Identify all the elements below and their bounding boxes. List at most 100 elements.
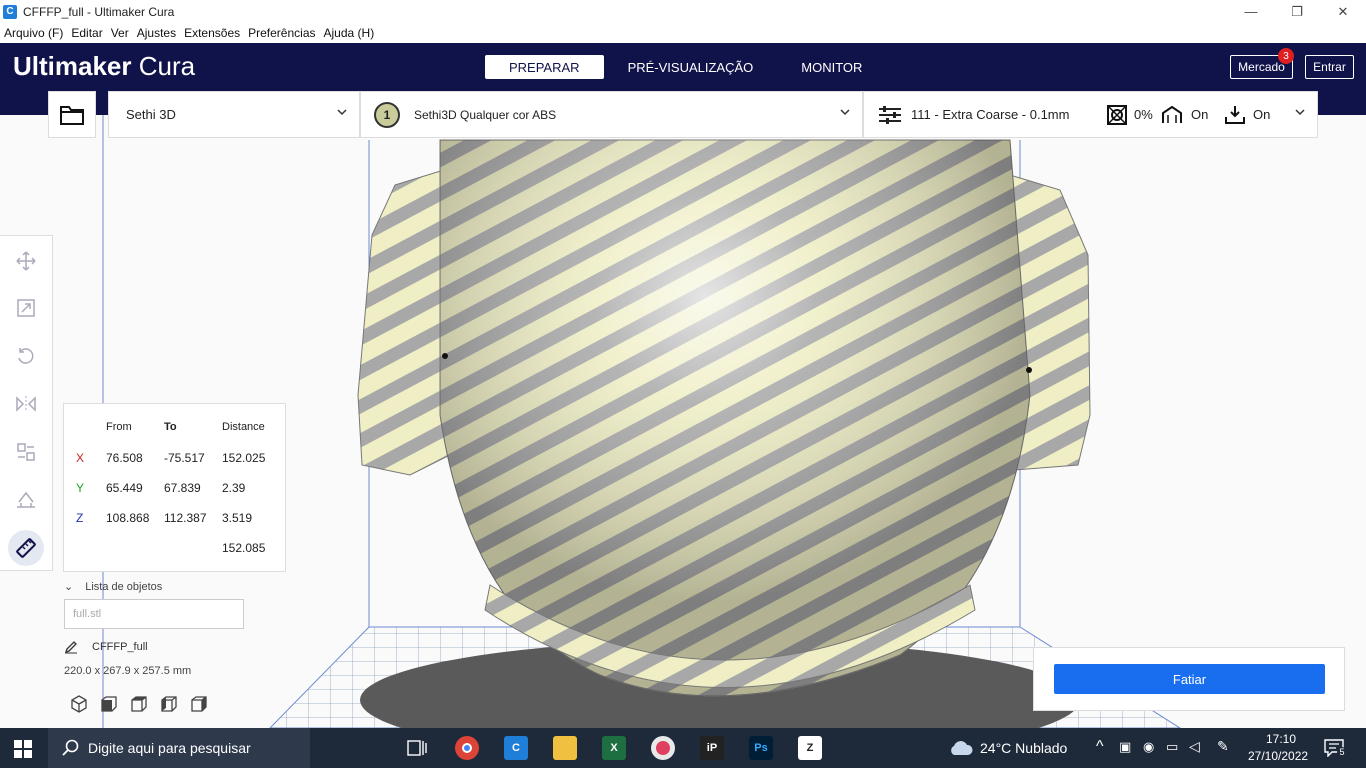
measure-tool[interactable] [8, 530, 44, 566]
notifications-button[interactable]: 5 [1324, 739, 1347, 758]
col-from: From [106, 421, 132, 433]
color-app[interactable] [651, 736, 675, 760]
photoshop-app[interactable]: Ps [749, 736, 773, 760]
tool-panel [0, 235, 53, 571]
chevron-down-icon: ⌄ [64, 581, 74, 593]
view-top-button[interactable] [124, 693, 154, 715]
tab-monitor[interactable]: MONITOR [777, 55, 886, 79]
taskbar-search[interactable]: Digite aqui para pesquisar [48, 728, 310, 768]
excel-icon: X [610, 742, 618, 754]
x-to: -75.517 [164, 451, 205, 465]
task-view-button[interactable] [405, 736, 429, 760]
cura-icon: C [512, 742, 520, 754]
clock-date[interactable]: 27/10/2022 [1248, 749, 1308, 763]
cube-right-icon [191, 696, 207, 712]
support-value: On [1191, 107, 1209, 122]
menu-preferences[interactable]: Preferências [244, 26, 319, 40]
restore-button[interactable]: ❐ [1274, 0, 1320, 23]
view-front-button[interactable] [94, 693, 124, 715]
view-buttons [64, 693, 214, 715]
measure-panel: From To Distance X 76.508 -75.517 152.02… [63, 403, 286, 572]
scale-icon [17, 299, 35, 317]
profile-name: 111 - Extra Coarse - 0.1mm [911, 107, 1070, 122]
cura-app-icon: C [3, 4, 17, 19]
print-settings-selector[interactable]: 111 - Extra Coarse - 0.1mm 0% On On [863, 91, 1318, 138]
marketplace-button[interactable]: Mercado 3 [1230, 48, 1294, 79]
cube-top-icon [131, 696, 147, 712]
close-button[interactable]: ✕ [1320, 0, 1366, 23]
material-selector[interactable]: 1 Sethi3D Qualquer cor ABS [360, 91, 863, 138]
slice-panel: Fatiar [1033, 647, 1345, 711]
zbrush-app[interactable]: Z [798, 736, 822, 760]
notification-count: 5 [1337, 747, 1347, 757]
per-model-settings-tool[interactable] [13, 439, 39, 465]
network-icon[interactable]: ▭ [1166, 739, 1178, 755]
cube-front-icon [101, 696, 117, 712]
slice-button[interactable]: Fatiar [1054, 664, 1325, 694]
move-tool[interactable] [13, 248, 39, 274]
pen-icon[interactable]: ✎ [1217, 738, 1229, 755]
signin-button[interactable]: Entrar [1305, 55, 1354, 79]
windows-taskbar: Digite aqui para pesquisar C X iP Ps Z 2… [0, 728, 1366, 768]
excel-app[interactable]: X [602, 736, 626, 760]
task-view-icon [407, 740, 427, 756]
windows-logo-icon [14, 740, 32, 758]
printer-selector[interactable]: Sethi 3D [108, 91, 360, 138]
cube-3d-icon [71, 695, 87, 713]
menu-view[interactable]: Ver [107, 26, 133, 40]
total-distance: 152.085 [222, 541, 266, 555]
mirror-icon [16, 396, 36, 412]
stage-tabs: PREPARAR PRÉ-VISUALIZAÇÃO MONITOR [485, 55, 886, 79]
per-model-settings-icon [17, 443, 35, 461]
rotate-tool[interactable] [13, 343, 39, 369]
ip-app[interactable]: iP [700, 736, 724, 760]
chevron-down-icon [1295, 109, 1305, 116]
search-icon [62, 739, 79, 756]
menu-settings[interactable]: Ajustes [133, 26, 180, 40]
open-file-button[interactable] [48, 91, 96, 138]
menu-edit[interactable]: Editar [67, 26, 106, 40]
x-from: 76.508 [106, 451, 143, 465]
sliders-icon [879, 105, 901, 124]
support-blocker-tool[interactable] [13, 487, 39, 513]
object-list-toggle[interactable]: ⌄ Lista de objetos [64, 580, 162, 593]
pencil-icon [64, 641, 77, 654]
mirror-tool[interactable] [13, 391, 39, 417]
tray-camera-icon[interactable]: ◉ [1143, 739, 1154, 755]
support-blocker-icon [17, 491, 35, 508]
z-to: 112.387 [164, 511, 207, 525]
menu-file[interactable]: Arquivo (F) [0, 26, 67, 40]
adhesion-value: On [1253, 107, 1271, 122]
infill-icon [1107, 104, 1127, 125]
view-right-button[interactable] [184, 693, 214, 715]
menu-extensions[interactable]: Extensões [180, 26, 244, 40]
x-distance: 152.025 [222, 451, 266, 465]
file-explorer-app[interactable] [553, 736, 577, 760]
view-left-button[interactable] [154, 693, 184, 715]
chrome-app[interactable] [455, 736, 479, 760]
model-dimensions: 220.0 x 267.9 x 257.5 mm [64, 665, 192, 677]
weather-text[interactable]: 24°C Nublado [980, 740, 1067, 756]
cura-taskbar-app[interactable]: C [504, 736, 528, 760]
move-icon [16, 251, 36, 271]
cloud-icon [951, 741, 973, 755]
tab-prepare[interactable]: PREPARAR [485, 55, 604, 79]
extruder-badge: 1 [374, 101, 400, 128]
clock-time[interactable]: 17:10 [1266, 732, 1296, 746]
view-3d-button[interactable] [64, 693, 94, 715]
job-name[interactable]: CFFFP_full [64, 640, 148, 654]
minimize-button[interactable]: — [1228, 0, 1274, 23]
ip-icon: iP [706, 742, 718, 754]
rotate-icon [18, 348, 34, 364]
tab-preview[interactable]: PRÉ-VISUALIZAÇÃO [604, 55, 778, 79]
scale-tool[interactable] [13, 295, 39, 321]
object-filter-input[interactable]: full.stl [64, 599, 244, 629]
start-button[interactable] [14, 740, 32, 761]
tray-app-icon[interactable]: ▣ [1119, 739, 1131, 755]
tray-chevron-icon[interactable]: ^ [1096, 738, 1104, 756]
volume-icon[interactable]: ◁ [1189, 738, 1200, 755]
menu-help[interactable]: Ajuda (H) [320, 26, 379, 40]
axis-y: Y [76, 481, 85, 495]
menu-bar: Arquivo (F) Editar Ver Ajustes Extensões… [0, 23, 1366, 43]
col-to: To [164, 421, 177, 433]
